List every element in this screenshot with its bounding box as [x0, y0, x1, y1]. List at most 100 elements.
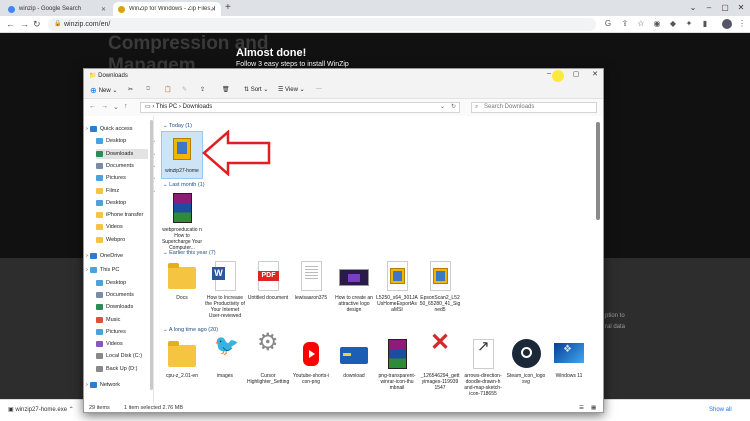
file-item[interactable]: PDF Untitled document — [247, 259, 289, 301]
tab-winzip[interactable]: WinZip for Windows - Zip Files, Unzip ✕ — [113, 2, 221, 16]
recent-chevron-icon[interactable]: ⌄ — [113, 103, 119, 111]
file-item[interactable]: lewisaaron375 — [290, 259, 332, 301]
bookmark-star-icon[interactable]: ☆ — [636, 19, 646, 29]
delete-icon[interactable]: 🗑 — [222, 86, 230, 93]
camera-icon[interactable]: ◉ — [652, 19, 662, 29]
nav-item-onedrive[interactable]: › OneDrive — [86, 251, 148, 261]
back-arrow-icon[interactable]: ← — [6, 19, 15, 29]
close-icon[interactable]: ✕ — [730, 0, 750, 16]
refresh-icon[interactable]: ↻ — [451, 103, 456, 112]
content-scrollbar[interactable] — [596, 122, 600, 220]
nav-item-this-pc[interactable]: › This PC — [86, 265, 148, 275]
reload-icon[interactable]: ↻ — [33, 19, 41, 30]
close-tab-icon[interactable]: ✕ — [211, 6, 216, 13]
nav-item-iphone-transfer[interactable]: iPhone transfer — [96, 210, 148, 220]
file-item[interactable]: ⚙ Cursor Highlighter_Settings — [247, 331, 289, 386]
expand-chevron-icon[interactable]: › — [86, 124, 88, 134]
more-options-button[interactable]: ··· — [316, 86, 322, 92]
arrow-sketch-icon: ↗ — [466, 337, 500, 371]
file-item-webproeducation[interactable]: webproeducatio n How to Supercharge Your… — [161, 191, 203, 251]
file-item[interactable]: Steam_icon_logo svg — [505, 337, 547, 385]
file-item[interactable]: ❖ Windows 11 — [548, 337, 590, 379]
file-item[interactable]: ✕ _126546294_gett yimages-119939 1547 — [419, 331, 461, 392]
paste-icon[interactable]: 📋 — [164, 86, 171, 93]
expand-chevron-icon[interactable]: › — [86, 251, 88, 261]
winzip-favicon-icon — [118, 5, 125, 13]
tab-google-search[interactable]: winzip - Google Search ✕ — [3, 2, 111, 16]
maximize-icon[interactable]: ▢ — [568, 70, 584, 78]
close-icon[interactable]: ✕ — [587, 70, 603, 78]
google-lens-icon[interactable]: G — [603, 19, 613, 29]
nav-item-documents[interactable]: Documents — [96, 290, 148, 300]
file-item[interactable]: W How to Increase the Productivity of You… — [204, 259, 246, 319]
file-item[interactable]: download — [333, 337, 375, 379]
nav-item-local-disk-c[interactable]: Local Disk (C:) — [96, 351, 148, 361]
google-favicon-icon — [8, 5, 15, 13]
nav-item-videos[interactable]: Videos — [96, 222, 148, 232]
sort-button[interactable]: ⇅ Sort ⌄ — [244, 86, 268, 94]
nav-item-quick-access[interactable]: › Quick access — [86, 124, 148, 134]
nav-item-downloads[interactable]: Downloads — [96, 302, 148, 312]
file-item-winzip27-home[interactable]: winzip27-home — [161, 131, 203, 179]
file-item[interactable]: EpsonScan2_L52 50_65280_41_Sig ned5 — [419, 259, 461, 313]
chevron-down-icon[interactable]: ⌄ — [440, 103, 445, 112]
kebab-menu-icon[interactable]: ⋮ — [737, 19, 747, 29]
details-view-icon[interactable]: ☰ — [579, 405, 584, 411]
nav-item-webpro[interactable]: Webpro — [96, 235, 148, 245]
nav-item-network[interactable]: › Network — [86, 380, 148, 390]
file-item[interactable]: Youtube-shorts-i con-png — [290, 337, 332, 385]
group-header-today[interactable]: ⌄ Today (1) — [163, 123, 192, 129]
forward-arrow-icon[interactable]: → — [101, 103, 108, 110]
show-all-downloads-link[interactable]: Show all — [709, 407, 732, 413]
new-tab-plus-icon[interactable]: + — [225, 2, 231, 13]
up-arrow-icon[interactable]: ↑ — [124, 103, 128, 110]
download-item[interactable]: ▣ winzip27-home.exe ⌃ — [8, 406, 74, 413]
file-item[interactable]: 🐦 images — [204, 336, 246, 379]
close-tab-icon[interactable]: ✕ — [101, 6, 106, 13]
rename-icon[interactable]: ✎ — [182, 86, 187, 93]
cut-icon[interactable]: ✂ — [128, 86, 133, 93]
nav-item-music[interactable]: Music — [96, 315, 148, 325]
group-header-last-month[interactable]: ⌄ Last month (1) — [163, 182, 205, 188]
nav-item-pictures[interactable]: Pictures — [96, 327, 148, 337]
nav-item-videos[interactable]: Videos — [96, 339, 148, 349]
breadcrumb-downloads[interactable]: Downloads — [183, 104, 213, 110]
breadcrumb[interactable]: ▭ › This PC › Downloads ⌄ ↻ — [140, 102, 460, 113]
file-item[interactable]: Docs — [161, 259, 203, 301]
breadcrumb-this-pc[interactable]: This PC — [156, 104, 177, 110]
search-input[interactable]: ⌕ Search Downloads — [471, 102, 597, 113]
nav-item-desktop[interactable]: Desktop⊿ — [96, 136, 157, 146]
nav-item-downloads[interactable]: Downloads⊿ — [96, 148, 157, 159]
url-bar[interactable]: 🔒 winzip.com/en/ — [48, 18, 596, 31]
puzzle-icon[interactable]: ✦ — [684, 19, 694, 29]
file-item[interactable]: How to create an attractive logo design — [333, 259, 375, 313]
nav-item-desktop[interactable]: Desktop — [96, 278, 148, 288]
group-header-earlier-this-year[interactable]: ⌄ Earlier this year (7) — [163, 250, 216, 256]
file-item[interactable]: png-transparent-winrar-icon-thu mbnail — [376, 337, 418, 391]
file-item[interactable]: ↗ arrows-direction-doodle-drawn-h and-map… — [462, 337, 504, 397]
share-icon[interactable]: ⇪ — [200, 86, 205, 93]
file-item[interactable]: cpu-z_2.01-en — [161, 337, 203, 379]
extension-icon[interactable]: ◆ — [668, 19, 678, 29]
forward-arrow-icon[interactable]: → — [20, 19, 29, 29]
expand-chevron-icon[interactable]: › — [86, 380, 88, 390]
nav-item-back-up-d[interactable]: Back Up (D:) — [96, 364, 148, 374]
file-name: download — [343, 373, 365, 379]
view-button[interactable]: ☰ View ⌄ — [278, 86, 305, 94]
back-arrow-icon[interactable]: ← — [89, 103, 96, 110]
nav-item-pictures[interactable]: Pictures⊿ — [96, 173, 157, 183]
share-icon[interactable]: ⇪ — [620, 19, 630, 29]
file-item[interactable]: L5250_x64_301JA UsHomeExportAs aMSI — [376, 259, 418, 313]
nav-item-desktop[interactable]: Desktop — [96, 198, 148, 208]
page-title: Almost done! — [236, 47, 307, 59]
sidebar-icon[interactable]: ▮ — [700, 19, 710, 29]
nav-item-documents[interactable]: Documents⊿ — [96, 161, 157, 171]
expand-chevron-icon[interactable]: › — [86, 265, 88, 275]
nav-item-label: This PC — [99, 267, 120, 274]
group-header-long-ago[interactable]: ⌄ A long time ago (20) — [163, 327, 218, 333]
profile-avatar[interactable] — [722, 19, 732, 29]
tiles-view-icon[interactable]: ▦ — [591, 405, 596, 411]
copy-icon[interactable]: ⧉ — [146, 86, 150, 93]
nav-item-filmz[interactable]: Filmz⊿ — [96, 186, 157, 196]
new-button[interactable]: ⊕ New ⌄ — [90, 86, 117, 95]
